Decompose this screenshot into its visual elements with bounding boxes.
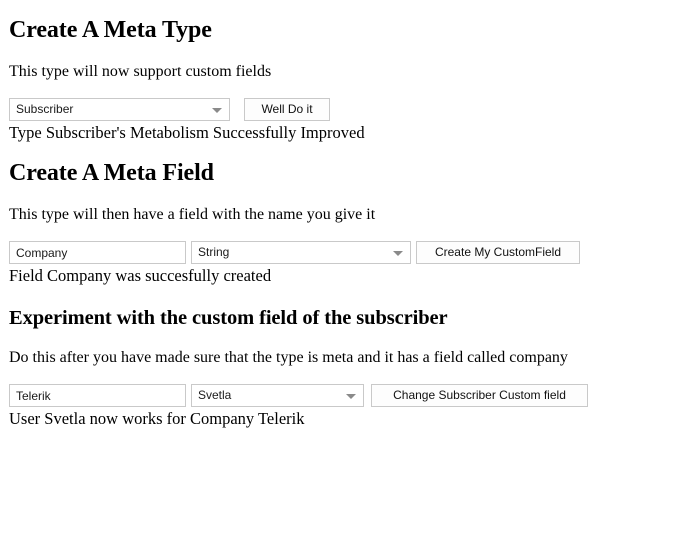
description-experiment-custom-field: Do this after you have made sure that th…: [9, 348, 685, 367]
chevron-down-icon: [393, 251, 403, 256]
description-create-meta-field: This type will then have a field with th…: [9, 205, 685, 224]
description-create-meta-type: This type will now support custom fields: [9, 62, 685, 81]
result-message-experiment: User Svetla now works for Company Teleri…: [9, 409, 685, 429]
field-name-input[interactable]: [9, 241, 186, 264]
chevron-down-icon: [346, 394, 356, 399]
meta-type-select[interactable]: Subscriber: [9, 98, 230, 121]
field-type-select-value: String: [198, 245, 229, 259]
page-title-create-meta-type: Create A Meta Type: [9, 16, 685, 44]
field-type-select[interactable]: String: [191, 241, 411, 264]
well-do-it-button[interactable]: Well Do it: [244, 98, 330, 121]
subscriber-select[interactable]: Svetla: [191, 384, 364, 407]
change-subscriber-custom-field-button[interactable]: Change Subscriber Custom field: [371, 384, 588, 407]
meta-type-select-value: Subscriber: [16, 102, 73, 116]
form-row-meta-field: String Create My CustomField: [9, 241, 685, 265]
result-message-meta-field: Field Company was succesfully created: [9, 266, 685, 286]
subscriber-select-value: Svetla: [198, 388, 231, 402]
page-title-experiment-custom-field: Experiment with the custom field of the …: [9, 306, 685, 330]
create-custom-field-button[interactable]: Create My CustomField: [416, 241, 580, 264]
company-input[interactable]: [9, 384, 186, 407]
form-row-meta-type: Subscriber Well Do it: [9, 98, 685, 122]
form-row-experiment: Svetla Change Subscriber Custom field: [9, 384, 685, 408]
page-container: Create A Meta Type This type will now su…: [0, 16, 685, 429]
chevron-down-icon: [212, 108, 222, 113]
result-message-meta-type: Type Subscriber's Metabolism Successfull…: [9, 123, 685, 143]
page-title-create-meta-field: Create A Meta Field: [9, 159, 685, 187]
